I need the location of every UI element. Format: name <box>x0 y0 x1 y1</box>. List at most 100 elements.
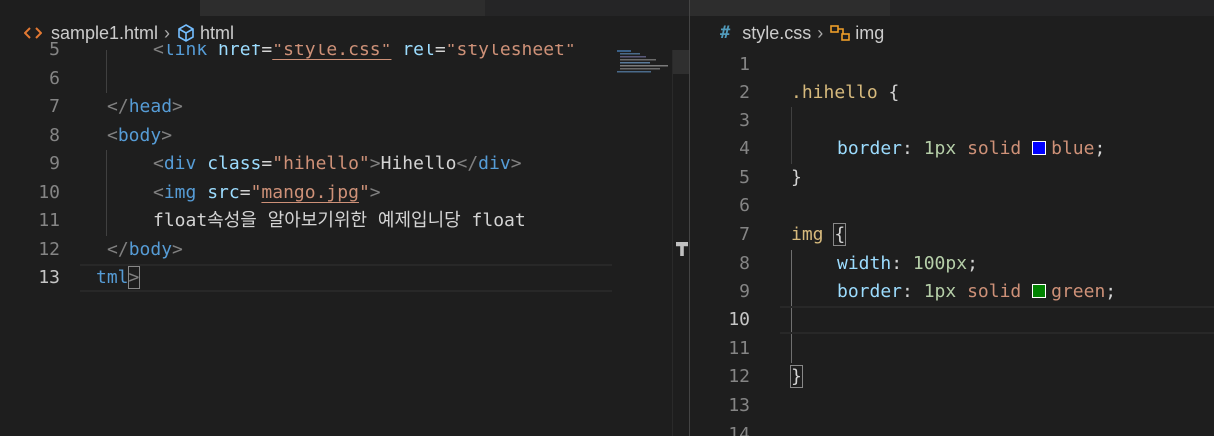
code-line-10[interactable]: <img src="mango.jpg"> <box>153 179 381 207</box>
token: tml <box>96 267 129 288</box>
line-number: 7 <box>739 224 750 245</box>
token: float속성을 알아보기위한 예제입니당 float <box>153 210 526 231</box>
token: 100px <box>912 253 968 274</box>
line-number: 8 <box>739 253 750 274</box>
token: " <box>250 182 262 203</box>
token: mango.jpg <box>261 182 359 203</box>
token: head <box>128 96 173 117</box>
color-swatch-green[interactable] <box>1032 283 1047 298</box>
line-number: 12 <box>38 239 60 260</box>
token: 1px <box>923 138 957 159</box>
token: 1px <box>923 281 957 302</box>
line-number: 4 <box>739 138 750 159</box>
token: img <box>791 224 824 245</box>
breadcrumb-file[interactable]: style.css <box>742 23 811 44</box>
breadcrumb-separator: › <box>164 22 171 43</box>
token-bracket-match: } <box>790 365 803 388</box>
line-number: 5 <box>739 167 750 188</box>
token: img <box>163 182 197 203</box>
line-number: 12 <box>728 366 750 387</box>
minimap[interactable] <box>612 50 672 436</box>
line-number: 6 <box>739 195 750 216</box>
indent-guide <box>106 150 107 236</box>
token: > <box>161 125 173 146</box>
tab-sample1[interactable] <box>0 0 200 16</box>
token: = <box>239 182 251 203</box>
line-number: 3 <box>739 110 750 131</box>
token: class <box>207 153 262 174</box>
token: " <box>358 182 370 203</box>
line-number: 9 <box>49 153 60 174</box>
token: ; <box>1094 138 1106 159</box>
code-line-11[interactable]: float속성을 알아보기위한 예제입니당 float <box>153 207 526 235</box>
code-line-12[interactable]: </body> <box>107 236 183 264</box>
line-number: 8 <box>49 125 60 146</box>
code-line-5[interactable]: } <box>791 164 802 192</box>
indent-guide <box>791 107 792 164</box>
code-line-12[interactable]: } <box>790 363 803 391</box>
left-tab-bar <box>0 0 689 16</box>
line-number: 14 <box>728 424 750 436</box>
token: : <box>902 281 913 302</box>
token: .hihello <box>791 82 878 103</box>
token: border <box>837 138 903 159</box>
code-line-4[interactable]: border: 1px solid blue; <box>837 135 1105 163</box>
vertical-scrollbar[interactable] <box>672 50 689 436</box>
breadcrumb-file[interactable]: sample1.html <box>51 23 158 44</box>
token: border <box>837 281 903 302</box>
code-line-9[interactable]: border: 1px solid green; <box>837 278 1116 306</box>
breadcrumb-symbol[interactable]: img <box>855 23 884 44</box>
token: </ <box>456 153 479 174</box>
tab-style-css[interactable] <box>690 0 890 16</box>
tab-inactive[interactable] <box>200 0 485 16</box>
token: { <box>888 82 900 103</box>
cube-icon <box>176 23 196 43</box>
token: } <box>791 167 802 188</box>
token: "hihello" <box>272 153 370 174</box>
symbol-class-icon <box>829 23 851 43</box>
token: body <box>128 239 173 260</box>
token: width <box>837 253 892 274</box>
token-bracket-match: > <box>127 266 141 289</box>
token: blue <box>1051 138 1095 159</box>
line-number: 11 <box>38 210 60 231</box>
token: </ <box>107 239 129 260</box>
token: solid <box>967 281 1022 302</box>
token: < <box>153 153 164 174</box>
token: green <box>1051 281 1106 302</box>
current-line-highlight <box>80 264 612 292</box>
token: : <box>891 253 903 274</box>
code-line-9[interactable]: <div class="hihello">Hihello</div> <box>153 150 522 178</box>
indent-guide <box>106 50 107 93</box>
line-number: 9 <box>739 281 750 302</box>
code-line-7[interactable]: img { <box>791 221 847 249</box>
line-number: 2 <box>739 82 750 103</box>
hash-icon: # <box>720 23 731 43</box>
code-line-13[interactable]: tml> <box>96 264 141 292</box>
code-line-8[interactable]: <body> <box>107 122 172 150</box>
line-number: 1 <box>739 54 750 75</box>
color-swatch-blue[interactable] <box>1032 140 1047 155</box>
code-line-8[interactable]: width: 100px; <box>837 250 978 278</box>
line-number: 6 <box>49 68 60 89</box>
code-line-2[interactable]: .hihello { <box>791 79 899 107</box>
text-cursor-icon <box>676 242 688 256</box>
token: > <box>369 182 381 203</box>
token: < <box>107 125 118 146</box>
left-editor-pane: sample1.html › html 5 6 7 8 9 10 11 12 1… <box>0 0 689 436</box>
token: div <box>163 153 197 174</box>
breadcrumb-symbol[interactable]: html <box>200 23 234 44</box>
scrollbar-thumb[interactable] <box>673 50 689 74</box>
right-editor-pane: # style.css › img 1 2 3 4 5 6 7 8 9 10 1… <box>690 0 1214 436</box>
token: body <box>117 125 162 146</box>
line-number: 5 <box>49 39 60 60</box>
breadcrumb-separator: › <box>817 22 824 43</box>
code-line-7[interactable]: </head> <box>107 93 183 121</box>
token: </ <box>107 96 129 117</box>
right-tab-bar <box>690 0 1214 16</box>
token: : <box>902 138 913 159</box>
current-line-highlight <box>780 306 1214 334</box>
token: div <box>478 153 511 174</box>
line-number: 11 <box>728 338 750 359</box>
token: src <box>207 182 240 203</box>
